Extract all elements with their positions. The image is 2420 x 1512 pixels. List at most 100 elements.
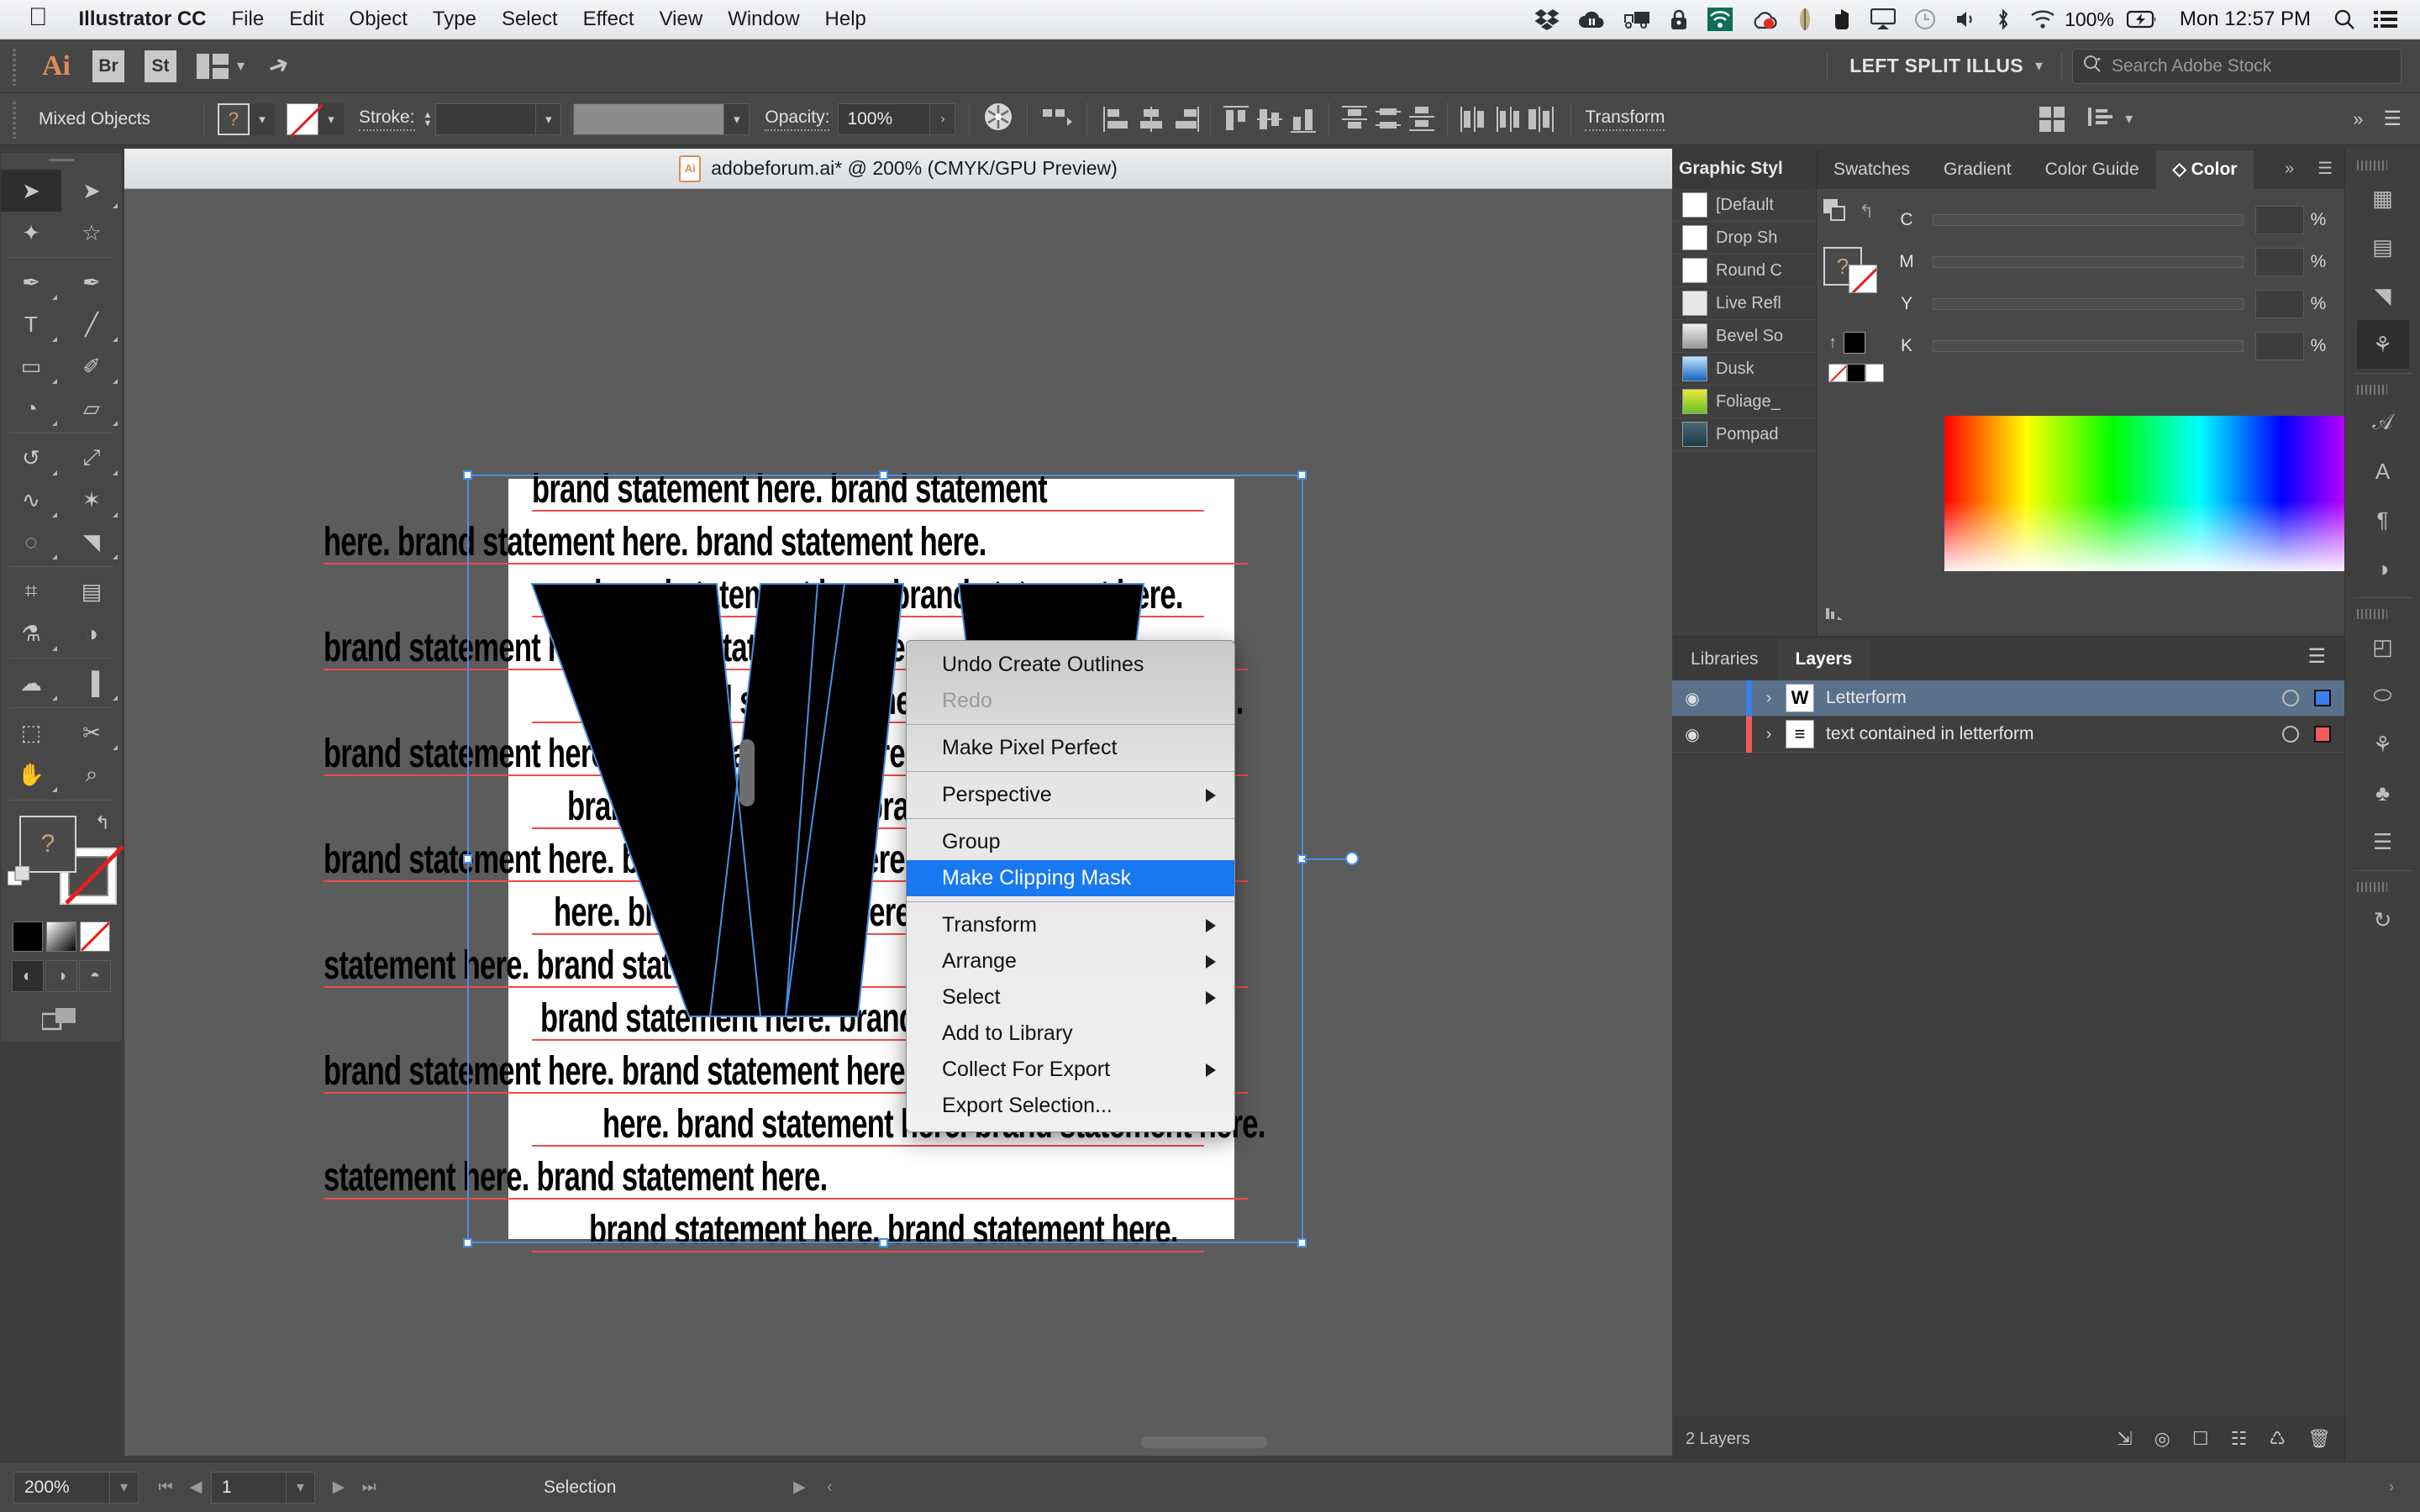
magic-wand-tool[interactable]: ✦ [1,212,61,254]
context-menu-item[interactable]: Arrange [907,943,1234,979]
selection-handle-br[interactable] [1297,1238,1307,1247]
color-panel-tab-color[interactable]: ◇ Color [2156,150,2254,189]
color-slider-track[interactable] [1933,214,2244,226]
bridge-button[interactable]: Br [92,50,124,82]
shaper-tool[interactable]: ◔ [1,387,61,429]
selection-handle-tc[interactable] [879,470,888,480]
stroke-chevron-down-icon[interactable]: ▾ [318,103,344,135]
selection-handle-ml[interactable] [463,854,472,864]
spotlight-search-icon[interactable] [2333,8,2355,30]
color-value-field[interactable] [2255,332,2304,360]
draw-inside-icon[interactable]: ◓ [79,960,111,992]
indent-icon[interactable] [2088,105,2115,133]
zoom-chevron-down-icon[interactable]: ▾ [110,1472,139,1504]
context-menu-item[interactable]: Select [907,979,1234,1016]
context-menu-item[interactable]: Make Clipping Mask [907,860,1234,896]
selection-handle-tr[interactable] [1297,470,1307,480]
context-menu-item[interactable]: Export Selection... [907,1088,1234,1124]
align-top-icon[interactable] [1222,105,1250,134]
status-text[interactable]: Selection [544,1478,616,1498]
align-left-icon[interactable] [1103,105,1132,134]
menu-select[interactable]: Select [489,8,571,31]
swatches-rail-icon[interactable]: ▦ [2357,174,2409,223]
graphic-style-item[interactable]: Bevel So [1672,320,1816,353]
last-artboard-icon[interactable]: ⏭ [354,1478,384,1497]
menu-type[interactable]: Type [420,8,489,31]
stroke-profile-field[interactable] [573,103,724,135]
arrange-chevron-down-icon[interactable]: ▾ [237,57,245,75]
adobe-stock-search[interactable]: Search Adobe Stock [2072,49,2402,84]
align-vertical-center-icon[interactable] [1255,105,1284,134]
appearance-rail-icon[interactable]: ◑ [2357,544,2409,593]
none-swatch-button[interactable] [80,921,110,952]
gradient-rail-icon[interactable]: ▤ [2357,223,2409,271]
graphic-styles-rail-icon[interactable]: 𝒜 [2357,398,2409,447]
vertical-scrollbar[interactable] [739,739,755,806]
graphic-styles-tab[interactable]: Graphic Styl [1672,149,1816,189]
color-panel-footer-icon[interactable] [1825,603,1849,627]
menu-edit[interactable]: Edit [276,8,336,31]
color-guide-rail-icon[interactable]: ◥ [2357,271,2409,320]
airplay-icon[interactable] [1870,8,1896,30]
appbar-grip[interactable] [8,47,20,86]
rail-group-grip[interactable] [2357,385,2387,395]
panel-menu-icon[interactable]: ☰ [2306,158,2344,189]
menu-file[interactable]: File [219,8,277,31]
bluetooth-icon[interactable] [1995,8,2012,30]
context-menu-item[interactable]: Group [907,824,1234,860]
rail-group-grip[interactable] [2357,609,2387,619]
horizontal-scrollbar[interactable] [1141,1436,1267,1448]
stock-button[interactable]: St [145,50,176,82]
status-nav-right[interactable]: › [2376,1478,2407,1497]
layer-target-circle-icon[interactable] [2282,690,2299,706]
menu-object[interactable]: Object [337,8,420,31]
create-new-sublayer-icon[interactable]: ☐ [2192,1428,2209,1450]
cloud-pause-icon[interactable] [1578,9,1605,29]
selection-handle-bc[interactable] [879,1238,888,1247]
perspective-grid-tool[interactable]: ◥ [61,521,122,563]
control-center-icon[interactable] [2374,10,2397,29]
graphic-style-item[interactable]: Drop Sh [1672,222,1816,255]
next-artboard-icon[interactable]: ▶ [324,1478,354,1497]
eraser-tool[interactable]: ▱ [61,387,122,429]
distribute-bottom-icon[interactable] [1407,105,1436,134]
symbol-sprayer-tool[interactable]: ☁ [1,662,61,704]
first-artboard-icon[interactable]: ⏮ [150,1478,181,1497]
selection-anchor-dot[interactable] [1345,852,1359,865]
shape-builder-tool[interactable]: ◌ [1,521,61,563]
zoom-tool[interactable]: ⌕ [61,753,122,795]
align-bottom-icon[interactable] [1289,105,1318,134]
default-fill-stroke-icon[interactable] [8,866,36,895]
color-value-field[interactable] [2255,248,2304,276]
type-tool[interactable]: T [1,303,61,345]
context-menu-item[interactable]: Undo Create Outlines [907,647,1234,683]
zoom-level-field[interactable]: 200% [13,1472,110,1504]
color-panel-tab-color-guide[interactable]: Color Guide [2028,151,2156,189]
color-swatch-button[interactable] [13,921,43,952]
rocket-icon[interactable]: ➜ [264,49,294,83]
rail-group-grip[interactable] [2357,160,2387,171]
layers-rail-icon[interactable]: ◰ [2357,622,2409,671]
context-menu-item[interactable]: Make Pixel Perfect [907,730,1234,766]
color-rail-icon[interactable]: ⚘ [2357,320,2409,369]
align-right-icon[interactable] [1171,105,1199,134]
distribute-right-icon[interactable] [1526,105,1555,134]
transform-label[interactable]: Transform [1585,108,1665,131]
fill-chevron-down-icon[interactable]: ▾ [250,103,275,135]
grid-icon[interactable] [2039,107,2065,132]
layer-selection-square[interactable] [2314,690,2331,706]
distribute-left-icon[interactable] [1459,105,1487,134]
menu-view[interactable]: View [647,8,716,31]
free-transform-tool[interactable]: ✶ [61,479,122,521]
layer-target-circle-icon[interactable] [2282,726,2299,743]
gradient-swatch-button[interactable] [46,921,76,952]
layer-row[interactable]: ◉›WLetterform [1672,680,2344,717]
menu-help[interactable]: Help [813,8,879,31]
artboard-number-field[interactable]: 1 [211,1472,287,1504]
fill-color-swatch[interactable]: ? [19,816,76,873]
symbols-rail-icon[interactable]: ♣ [2357,769,2409,817]
panel-menu-icon[interactable]: ☰ [2289,644,2344,680]
black-swatch[interactable] [1844,332,1865,354]
layer-selection-square[interactable] [2314,726,2331,743]
color-panel-tab-gradient[interactable]: Gradient [1927,151,2028,189]
